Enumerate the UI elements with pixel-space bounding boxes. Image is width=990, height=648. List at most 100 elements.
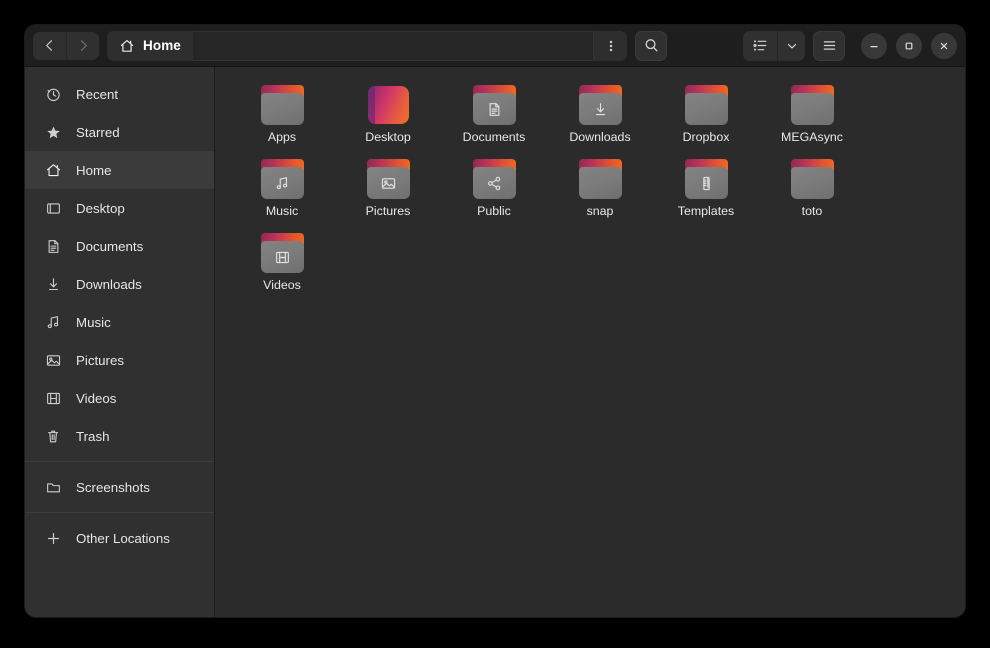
folder-icon	[364, 157, 412, 201]
file-item[interactable]: Pictures	[335, 155, 441, 229]
folder-icon	[470, 157, 518, 201]
film-icon	[261, 241, 304, 273]
folder-icon	[788, 157, 836, 201]
close-icon	[938, 40, 950, 52]
file-item[interactable]: snap	[547, 155, 653, 229]
path-button-home[interactable]: Home	[107, 31, 193, 61]
minimize-icon	[868, 40, 880, 52]
sidebar-item-music[interactable]: Music	[25, 303, 214, 341]
star-icon	[45, 124, 62, 141]
sidebar-item-label: Pictures	[76, 353, 124, 368]
film-icon	[45, 390, 62, 407]
plus-icon	[45, 530, 62, 547]
sidebar-item-pictures[interactable]: Pictures	[25, 341, 214, 379]
file-item[interactable]: Videos	[229, 229, 335, 303]
sidebar-item-screenshots[interactable]: Screenshots	[25, 468, 214, 506]
chevron-down-icon	[785, 39, 799, 53]
sidebar-item-label: Screenshots	[76, 480, 150, 495]
sidebar-item-trash[interactable]: Trash	[25, 417, 214, 455]
sidebar-item-documents[interactable]: Documents	[25, 227, 214, 265]
path-menu-button[interactable]	[593, 31, 627, 61]
file-name-label: Music	[266, 204, 298, 218]
folder-icon	[576, 157, 624, 201]
sidebar-item-other-locations[interactable]: Other Locations	[25, 519, 214, 557]
file-item[interactable]: Downloads	[547, 81, 653, 155]
file-item[interactable]: Dropbox	[653, 81, 759, 155]
file-name-label: Pictures	[366, 204, 411, 218]
view-options-dropdown-button[interactable]	[777, 31, 805, 61]
forward-button[interactable]	[66, 32, 99, 60]
folder-icon	[788, 83, 836, 127]
chevron-left-icon	[42, 38, 57, 53]
folder-icon	[682, 157, 730, 201]
sidebar-item-starred[interactable]: Starred	[25, 113, 214, 151]
main-menu-button[interactable]	[813, 31, 845, 61]
home-icon	[45, 162, 62, 179]
music-note-icon	[261, 167, 304, 199]
vertical-dots-icon	[603, 38, 619, 54]
file-item[interactable]: Apps	[229, 81, 335, 155]
list-view-icon	[752, 37, 769, 54]
file-name-label: Documents	[463, 130, 526, 144]
list-view-button[interactable]	[743, 31, 777, 61]
desktop-icon	[45, 200, 62, 217]
document-icon	[473, 93, 516, 125]
sidebar-item-desktop[interactable]: Desktop	[25, 189, 214, 227]
sidebar-item-label: Trash	[76, 429, 110, 444]
window-controls	[861, 33, 957, 59]
file-item[interactable]: Templates	[653, 155, 759, 229]
folder-body	[791, 93, 834, 125]
sidebar-item-label: Desktop	[76, 201, 125, 216]
sidebar-item-recent[interactable]: Recent	[25, 75, 214, 113]
close-button[interactable]	[931, 33, 957, 59]
download-icon	[579, 93, 622, 125]
path-bar-empty-space	[193, 31, 593, 61]
file-item[interactable]: Music	[229, 155, 335, 229]
file-browser-content[interactable]: Apps Desktop Documents Downloads Dropbox MEGA…	[215, 67, 965, 617]
file-name-label: Templates	[678, 204, 734, 218]
maximize-button[interactable]	[896, 33, 922, 59]
image-icon	[367, 167, 410, 199]
sidebar-separator	[25, 512, 214, 513]
file-name-label: Desktop	[365, 130, 410, 144]
sidebar-item-label: Starred	[76, 125, 120, 140]
sidebar-item-label: Documents	[76, 239, 143, 254]
sidebar-item-home[interactable]: Home	[25, 151, 214, 189]
sidebar-item-videos[interactable]: Videos	[25, 379, 214, 417]
sidebar-item-label: Videos	[76, 391, 116, 406]
file-name-label: Dropbox	[683, 130, 730, 144]
sidebar-item-downloads[interactable]: Downloads	[25, 265, 214, 303]
music-note-icon	[45, 314, 62, 331]
header-bar: Home	[25, 25, 965, 67]
path-label: Home	[143, 38, 181, 53]
share-icon	[473, 167, 516, 199]
desktop-folder-icon	[364, 83, 412, 127]
path-bar: Home	[107, 31, 627, 61]
folder-icon	[682, 83, 730, 127]
folder-icon	[470, 83, 518, 127]
file-name-label: MEGAsync	[781, 130, 843, 144]
minimize-button[interactable]	[861, 33, 887, 59]
file-icon-grid: Apps Desktop Documents Downloads Dropbox MEGA…	[229, 81, 953, 303]
file-item[interactable]: MEGAsync	[759, 81, 865, 155]
home-icon	[119, 38, 135, 54]
file-item[interactable]: Public	[441, 155, 547, 229]
navigation-buttons	[33, 32, 99, 60]
chevron-right-icon	[76, 38, 91, 53]
hamburger-menu-icon	[821, 37, 838, 54]
desktop-gradient-icon	[368, 86, 409, 124]
folder-body	[261, 93, 304, 125]
folder-icon	[45, 479, 62, 496]
sidebar-separator	[25, 461, 214, 462]
folder-icon	[258, 83, 306, 127]
sidebar-item-label: Recent	[76, 87, 118, 102]
back-button[interactable]	[33, 32, 66, 60]
file-item[interactable]: Desktop	[335, 81, 441, 155]
window-body: Recent Starred Home Desktop Documents Downloa…	[25, 67, 965, 617]
file-name-label: Apps	[268, 130, 296, 144]
file-name-label: toto	[802, 204, 823, 218]
file-item[interactable]: toto	[759, 155, 865, 229]
search-button[interactable]	[635, 31, 667, 61]
search-icon	[643, 37, 660, 54]
file-item[interactable]: Documents	[441, 81, 547, 155]
